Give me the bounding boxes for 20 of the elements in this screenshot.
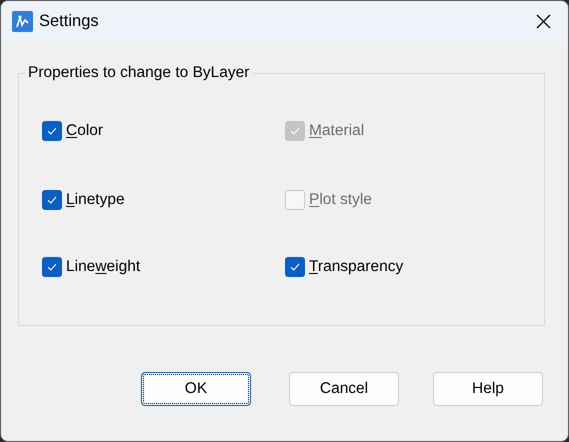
dialog-button[interactable]: Help	[433, 372, 543, 406]
group-title: Properties to change to ByLayer	[25, 64, 252, 82]
check-icon	[46, 195, 58, 205]
check-icon	[289, 126, 301, 136]
checkbox-label[interactable]: Transparency	[309, 258, 404, 276]
checkbox[interactable]	[42, 257, 62, 277]
checkbox[interactable]	[42, 190, 62, 210]
checkbox-label[interactable]: Lineweight	[66, 258, 140, 276]
window-title: Settings	[39, 12, 99, 31]
app-icon	[12, 11, 33, 32]
checkbox[interactable]	[42, 121, 62, 141]
checkbox-label[interactable]: Color	[66, 122, 104, 140]
check-icon	[46, 262, 58, 272]
check-icon	[46, 126, 58, 136]
dialog-button[interactable]: Cancel	[289, 372, 399, 406]
checkbox-label[interactable]: Linetype	[66, 191, 125, 209]
close-icon[interactable]	[536, 14, 551, 29]
check-icon	[289, 262, 301, 272]
checkbox[interactable]	[285, 257, 305, 277]
dialog-button[interactable]: OK	[141, 372, 251, 406]
